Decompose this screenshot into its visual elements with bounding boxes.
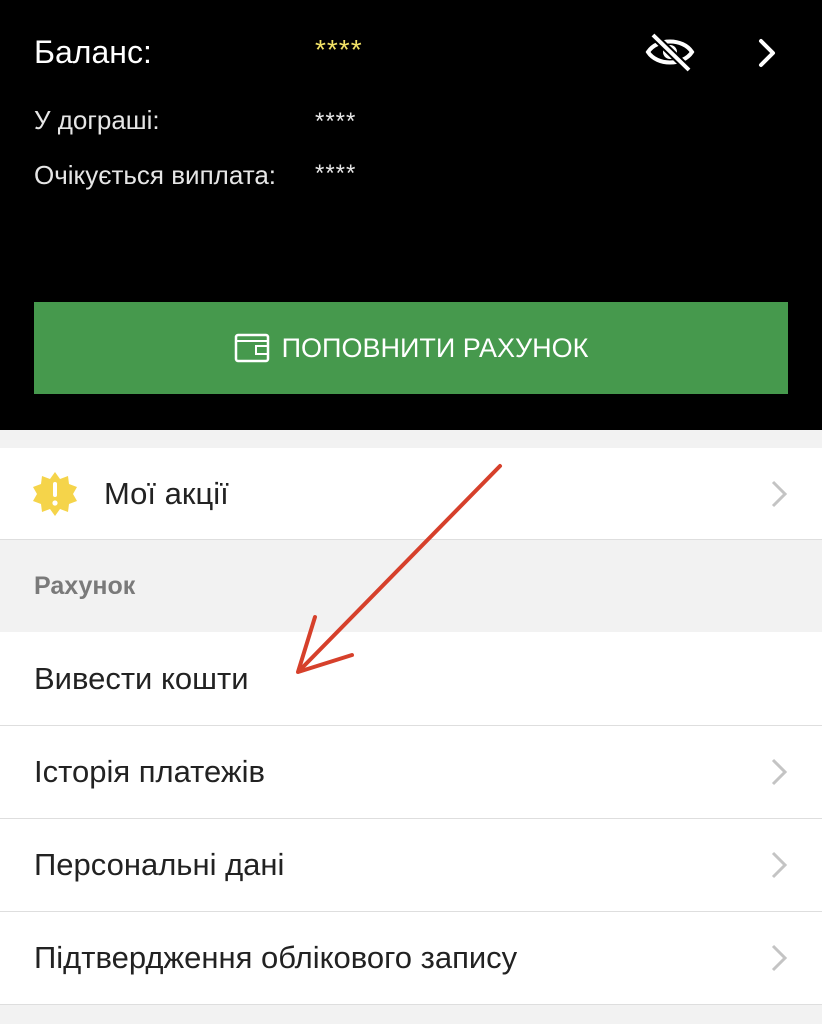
withdraw-funds-item[interactable]: Вивести кошти [0,632,822,726]
chevron-right-icon [771,851,788,879]
balance-value: **** [315,34,363,65]
personal-data-label: Персональні дані [34,847,285,882]
payment-history-label: Історія платежів [34,754,266,789]
chevron-right-icon [771,944,788,972]
account-verification-item[interactable]: Підтвердження облікового запису [0,912,822,1005]
my-promotions-item[interactable]: Мої акції [0,448,822,540]
top-up-label: ПОПОВНИТИ РАХУНОК [281,332,589,363]
pending-payout-value: **** [315,160,357,187]
payment-history-item[interactable]: Історія платежів [0,726,822,819]
balance-header: Баланс: **** У дограші: **** Очікується … [0,0,822,430]
divider [0,430,822,448]
my-promotions-label: Мої акції [104,475,229,511]
chevron-right-icon [771,758,788,786]
balance-details-chevron-icon[interactable] [753,36,781,70]
in-play-label: У дограші: [34,105,160,135]
pending-payout-label: Очікується виплата: [34,160,277,190]
alert-badge-icon [33,471,77,516]
balance-label: Баланс: [34,34,152,70]
account-section-title: Рахунок [34,571,136,600]
withdraw-funds-label: Вивести кошти [34,660,249,696]
account-verification-label: Підтвердження облікового запису [34,940,518,975]
chevron-right-icon [771,480,788,507]
in-play-value: **** [315,108,357,135]
eye-slash-icon[interactable] [645,32,695,72]
personal-data-item[interactable]: Персональні дані [0,819,822,912]
wallet-icon [234,333,269,363]
account-section-header: Рахунок [0,540,822,632]
top-up-button[interactable]: ПОПОВНИТИ РАХУНОК [34,302,788,394]
